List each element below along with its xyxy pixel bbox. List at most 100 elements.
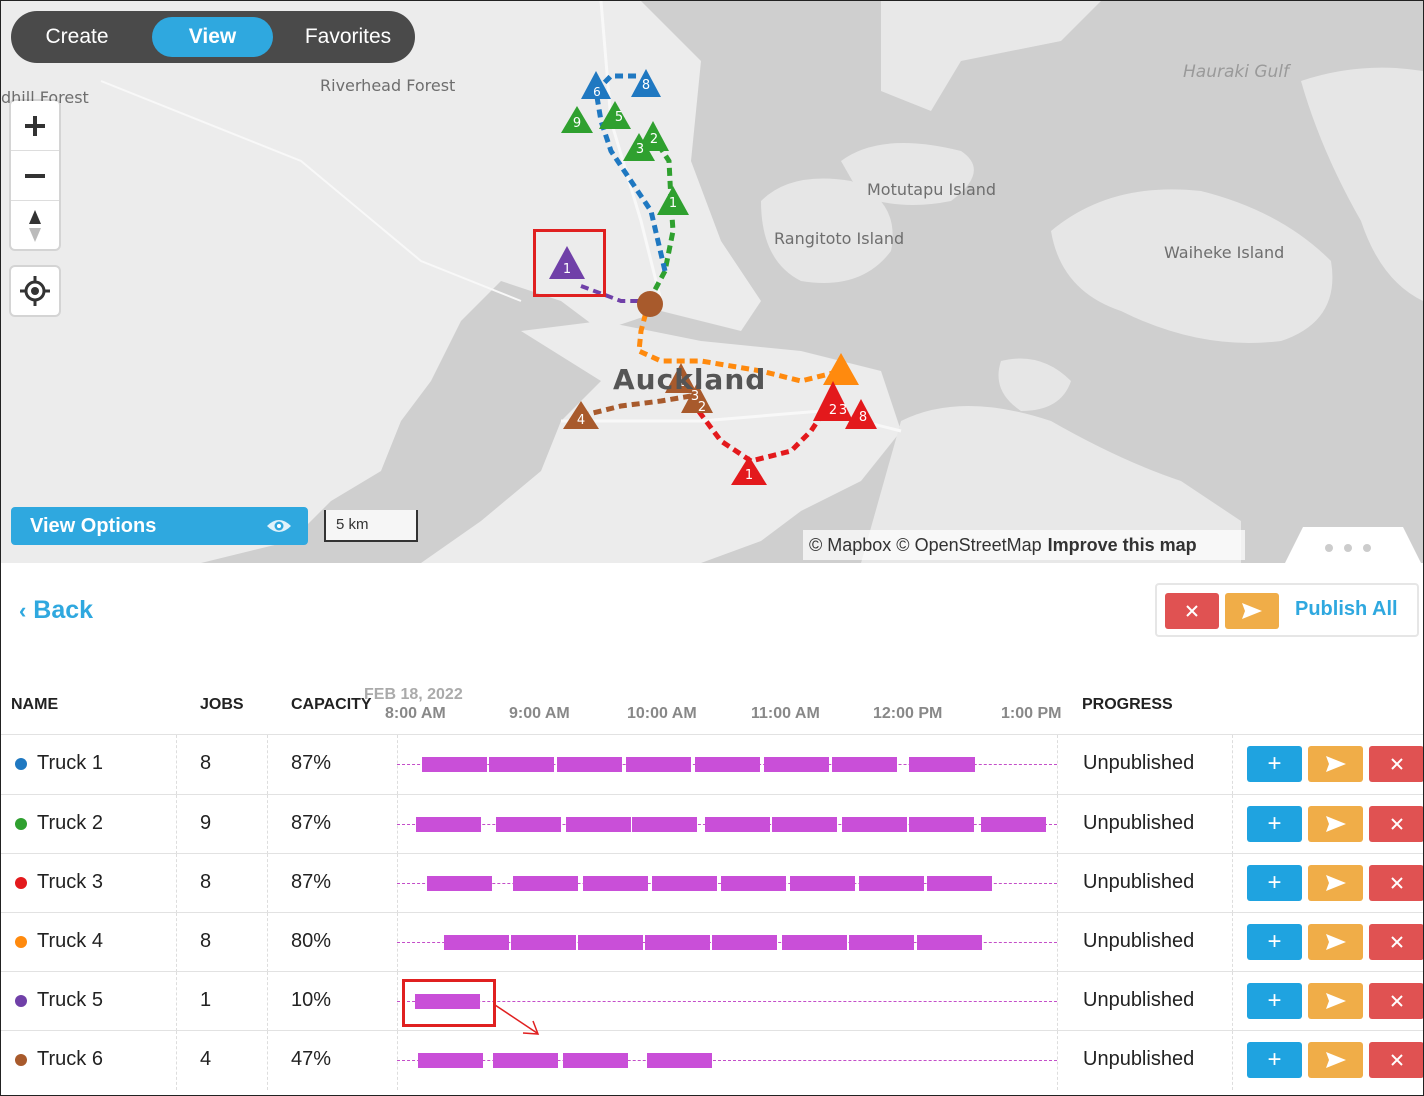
zoom-control <box>11 101 59 249</box>
delete-button[interactable] <box>1369 865 1423 901</box>
add-job-button[interactable]: + <box>1247 1042 1302 1078</box>
add-job-button[interactable]: + <box>1247 983 1302 1019</box>
send-icon <box>1325 1052 1346 1068</box>
delete-button[interactable] <box>1369 1042 1423 1078</box>
job-bar[interactable] <box>652 876 717 891</box>
tab-favorites[interactable]: Favorites <box>291 17 405 57</box>
job-bar[interactable] <box>489 757 554 772</box>
truck-color-dot <box>15 876 27 889</box>
job-bar[interactable] <box>782 935 847 950</box>
add-job-button[interactable]: + <box>1247 865 1302 901</box>
tab-create[interactable]: Create <box>25 17 129 57</box>
delete-button[interactable] <box>1369 746 1423 782</box>
job-bar[interactable] <box>578 935 643 950</box>
publish-button[interactable] <box>1308 1042 1363 1078</box>
job-bar[interactable] <box>647 1053 712 1068</box>
table-row: Truck 3 8 87% Unpublished + <box>1 853 1423 913</box>
truck-name-cell: Truck 3 <box>15 871 103 894</box>
job-bar[interactable] <box>493 1053 558 1068</box>
geolocate-button[interactable] <box>11 267 59 315</box>
publish-all-button[interactable]: Publish All <box>1295 598 1398 621</box>
add-job-button[interactable]: + <box>1247 924 1302 960</box>
job-bar[interactable] <box>712 935 777 950</box>
panel-resize-handle[interactable] <box>1283 527 1423 563</box>
table-row: Truck 2 9 87% Unpublished + <box>1 794 1423 854</box>
highlight-box-job <box>402 979 496 1027</box>
job-bar[interactable] <box>632 817 697 832</box>
column-divider <box>267 795 268 854</box>
column-divider <box>1232 913 1233 972</box>
job-bar[interactable] <box>859 876 924 891</box>
route-timeline[interactable] <box>397 913 1057 972</box>
delete-button[interactable] <box>1369 924 1423 960</box>
job-bar[interactable] <box>557 757 622 772</box>
column-divider <box>176 972 177 1031</box>
column-divider <box>1232 795 1233 854</box>
compass-icon <box>29 209 41 242</box>
job-bar[interactable] <box>790 876 855 891</box>
svg-text:1: 1 <box>669 196 677 211</box>
job-bar[interactable] <box>566 817 631 832</box>
job-bar[interactable] <box>695 757 760 772</box>
truck-color-dot <box>15 1053 27 1066</box>
job-bar[interactable] <box>909 757 975 772</box>
job-bar[interactable] <box>496 817 561 832</box>
route-timeline[interactable] <box>397 795 1057 854</box>
publish-button[interactable] <box>1308 806 1363 842</box>
capacity-value: 80% <box>291 930 332 952</box>
svg-text:6: 6 <box>593 85 601 99</box>
column-divider <box>267 913 268 972</box>
route-timeline[interactable] <box>397 854 1057 913</box>
delete-button[interactable] <box>1369 983 1423 1019</box>
truck-name-cell: Truck 5 <box>15 989 103 1012</box>
column-divider <box>1057 795 1058 854</box>
job-bar[interactable] <box>645 935 710 950</box>
job-bar[interactable] <box>917 935 982 950</box>
tab-view[interactable]: View <box>152 17 273 57</box>
job-bar[interactable] <box>849 935 914 950</box>
job-bar[interactable] <box>513 876 578 891</box>
view-options-button[interactable]: View Options <box>11 507 308 545</box>
job-bar[interactable] <box>511 935 576 950</box>
publish-button[interactable] <box>1308 983 1363 1019</box>
zoom-in-button[interactable] <box>11 101 59 151</box>
publish-button[interactable] <box>1308 746 1363 782</box>
job-bar[interactable] <box>422 757 487 772</box>
column-divider <box>176 795 177 854</box>
job-bar[interactable] <box>764 757 829 772</box>
route-timeline[interactable] <box>397 735 1057 794</box>
add-job-button[interactable]: + <box>1247 746 1302 782</box>
capacity-value: 10% <box>291 989 332 1011</box>
unpublish-all-button[interactable] <box>1165 593 1219 629</box>
job-bar[interactable] <box>981 817 1046 832</box>
job-bar[interactable] <box>626 757 691 772</box>
job-bar[interactable] <box>563 1053 628 1068</box>
send-all-button[interactable] <box>1225 593 1279 629</box>
delete-button[interactable] <box>1369 806 1423 842</box>
job-bar[interactable] <box>444 935 509 950</box>
publish-button[interactable] <box>1308 865 1363 901</box>
job-bar[interactable] <box>772 817 837 832</box>
route-map[interactable]: 8 6 9 5 2 3 1 1 4 1 3 2 2 3 8 1 Riverhea… <box>1 1 1423 563</box>
job-bar[interactable] <box>427 876 492 891</box>
column-divider <box>1057 735 1058 794</box>
publish-button[interactable] <box>1308 924 1363 960</box>
back-button[interactable]: ‹ Back <box>19 596 93 625</box>
job-bar[interactable] <box>927 876 992 891</box>
job-bar[interactable] <box>832 757 897 772</box>
compass-button[interactable] <box>11 201 59 250</box>
job-bar[interactable] <box>418 1053 483 1068</box>
add-job-button[interactable]: + <box>1247 806 1302 842</box>
job-bar[interactable] <box>583 876 648 891</box>
close-icon <box>1390 936 1403 948</box>
job-bar[interactable] <box>721 876 786 891</box>
improve-map-link[interactable]: Improve this map <box>1048 535 1197 555</box>
map-canvas[interactable]: 8 6 9 5 2 3 1 1 4 1 3 2 2 3 8 1 <box>1 1 1423 563</box>
job-bar[interactable] <box>705 817 770 832</box>
table-row: Truck 1 8 87% Unpublished + <box>1 734 1423 794</box>
job-bar[interactable] <box>416 817 481 832</box>
job-bar[interactable] <box>909 817 974 832</box>
truck-name: Truck 1 <box>37 752 103 774</box>
job-bar[interactable] <box>842 817 907 832</box>
zoom-out-button[interactable] <box>11 151 59 201</box>
